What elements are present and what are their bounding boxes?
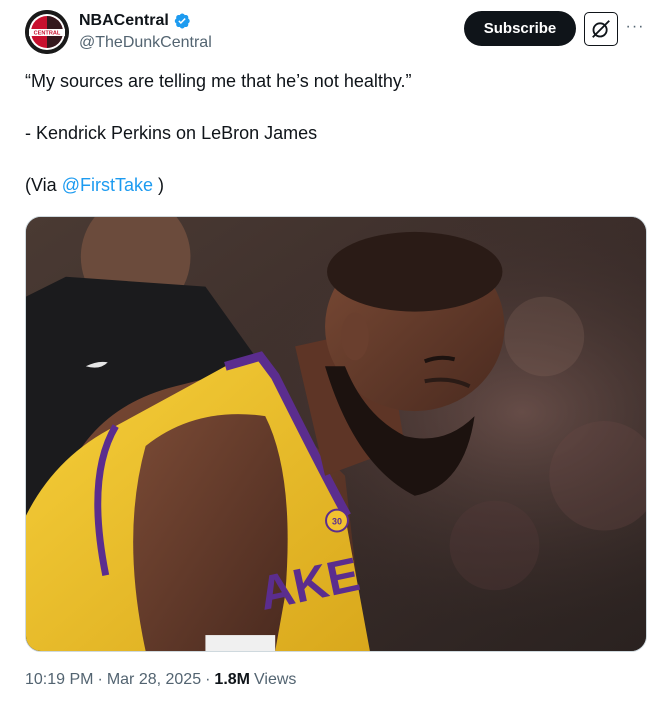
nbacentral-logo-icon: CENTRAL [25,10,69,54]
display-name[interactable]: NBACentral [79,12,169,30]
tweet-header: CENTRAL NBACentral @TheDunkCentral Subsc… [0,0,660,60]
tweet-attribution: - Kendrick Perkins on LeBron James [25,123,318,143]
verified-badge-icon [173,12,191,30]
svg-text:CENTRAL: CENTRAL [34,31,61,37]
meta-separator-2: · [205,671,211,688]
tweet-meta: 10:19 PM · Mar 28, 2025 · 1.8M Views [25,671,296,689]
meta-separator: · [97,671,103,688]
tweet-time[interactable]: 10:19 PM [25,671,93,689]
subscribe-button[interactable]: Subscribe [464,11,576,46]
views-label: Views [254,671,297,688]
tweet-date[interactable]: Mar 28, 2025 [107,671,201,689]
views-count: 1.8M [214,671,250,688]
user-handle[interactable]: @TheDunkCentral [79,34,212,52]
via-suffix: ) [152,175,164,195]
photo-illustration: AKE 30 [26,217,646,651]
jersey-number: 30 [332,517,342,527]
tweet-via: (Via @FirstTake ) [25,175,164,196]
more-options-icon[interactable]: ··· [622,14,648,40]
avatar[interactable]: CENTRAL [25,10,69,54]
grok-button[interactable] [584,12,618,46]
name-row: NBACentral [79,12,191,30]
tweet-media-photo[interactable]: AKE 30 [25,216,647,652]
mention-link[interactable]: @FirstTake [62,175,153,195]
tweet-quote: “My sources are telling me that he’s not… [25,71,412,91]
grok-icon [592,20,610,38]
via-prefix: (Via [25,175,62,195]
